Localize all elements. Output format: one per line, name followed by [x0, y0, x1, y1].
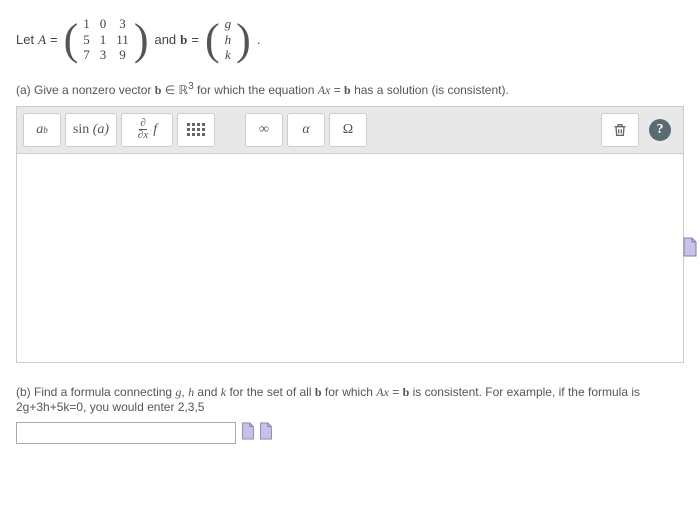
- and-text: and: [154, 30, 176, 50]
- part-b-input-row: [16, 422, 684, 444]
- b-symbol: b: [180, 30, 187, 50]
- omega-button[interactable]: Ω: [329, 113, 367, 147]
- derivative-button[interactable]: ∂ ∂x f: [121, 113, 173, 147]
- part-b-text: (b) Find a formula connecting g, h and k…: [16, 385, 684, 414]
- page-icon-2[interactable]: [258, 422, 274, 443]
- lparen2-icon: (: [205, 20, 220, 60]
- superscript-button[interactable]: ab: [23, 113, 61, 147]
- help-icon: ?: [649, 119, 671, 141]
- problem-statement: Let A = ( 103 5111 739 ) and b = ( g h k…: [16, 16, 684, 63]
- trig-button[interactable]: sin (a): [65, 113, 117, 147]
- grid-button[interactable]: [177, 113, 215, 147]
- editor-toolbar: ab sin (a) ∂ ∂x f ∞ α Ω ?: [16, 106, 684, 153]
- trash-icon: [612, 122, 628, 138]
- let-text: Let: [16, 30, 34, 50]
- alpha-button[interactable]: α: [287, 113, 325, 147]
- page-icon-1[interactable]: [240, 422, 256, 443]
- period: .: [257, 30, 261, 50]
- equals-1: =: [50, 30, 58, 50]
- rparen-icon: ): [134, 20, 149, 60]
- clear-button[interactable]: [601, 113, 639, 147]
- grid-icon: [187, 123, 205, 136]
- lparen-icon: (: [64, 20, 79, 60]
- A-symbol: A: [38, 30, 46, 50]
- matrix-A-body: 103 5111 739: [78, 16, 134, 63]
- rparen2-icon: ): [236, 20, 251, 60]
- answer-editor[interactable]: [16, 153, 684, 363]
- matrix-b-body: g h k: [220, 16, 237, 63]
- infinity-button[interactable]: ∞: [245, 113, 283, 147]
- equals-2: =: [191, 30, 199, 50]
- page-attach-icon[interactable]: [682, 237, 698, 257]
- matrix-A: ( 103 5111 739 ): [64, 16, 149, 63]
- formula-input[interactable]: [16, 422, 236, 444]
- part-a-text: (a) Give a nonzero vector b ∈ ℝ3 for whi…: [16, 81, 684, 98]
- help-button[interactable]: ?: [643, 113, 677, 147]
- matrix-b: ( g h k ): [205, 16, 251, 63]
